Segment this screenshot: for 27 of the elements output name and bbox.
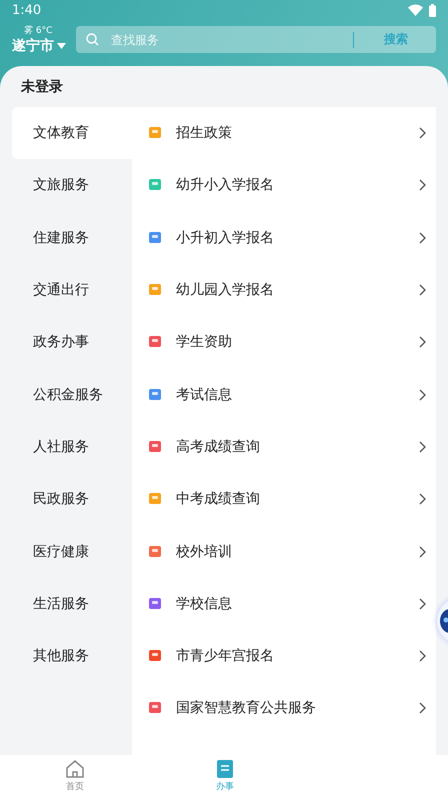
category-tab[interactable]: 民政服务 (12, 473, 132, 526)
service-item[interactable]: 幼升小入学报名 (132, 159, 436, 212)
service-item[interactable]: 学校信息 (132, 578, 436, 630)
service-item[interactable]: 学生资助 (132, 316, 436, 368)
service-item[interactable]: 中考成绩查询 (132, 473, 436, 526)
service-item[interactable]: 考试信息 (132, 368, 436, 421)
nav-tab[interactable]: 首页 (0, 755, 150, 797)
category-tab[interactable]: 政务办事 (12, 316, 132, 368)
category-tab[interactable]: 公积金服务 (12, 368, 132, 421)
login-status: 未登录 (20, 78, 64, 97)
category-tab[interactable]: 文旅服务 (12, 159, 132, 212)
category-tab[interactable]: 其他服务 (12, 630, 132, 682)
category-tab[interactable]: 交通出行 (12, 264, 132, 316)
status-time: 1:40 (12, 2, 42, 18)
category-tab[interactable]: 住建服务 (12, 212, 132, 264)
service-item[interactable]: 幼儿园入学报名 (132, 264, 436, 316)
category-tab[interactable]: 文体教育 (12, 107, 132, 160)
service-item[interactable]: 市青少年宫报名 (132, 630, 436, 682)
service-item[interactable]: 招生政策 (132, 107, 436, 160)
service-item[interactable]: 高考成绩查询 (132, 420, 436, 474)
service-item[interactable]: 小升初入学报名 (132, 212, 436, 264)
service-item[interactable]: 国家智慧教育公共服务 (132, 682, 436, 735)
category-tab[interactable]: 医疗健康 (12, 525, 132, 578)
service-item[interactable]: 校外培训 (132, 525, 436, 578)
weather-text: 雾 6°C (24, 24, 52, 37)
category-tab[interactable]: 人社服务 (12, 420, 132, 474)
category-tab[interactable]: 生活服务 (12, 578, 132, 630)
